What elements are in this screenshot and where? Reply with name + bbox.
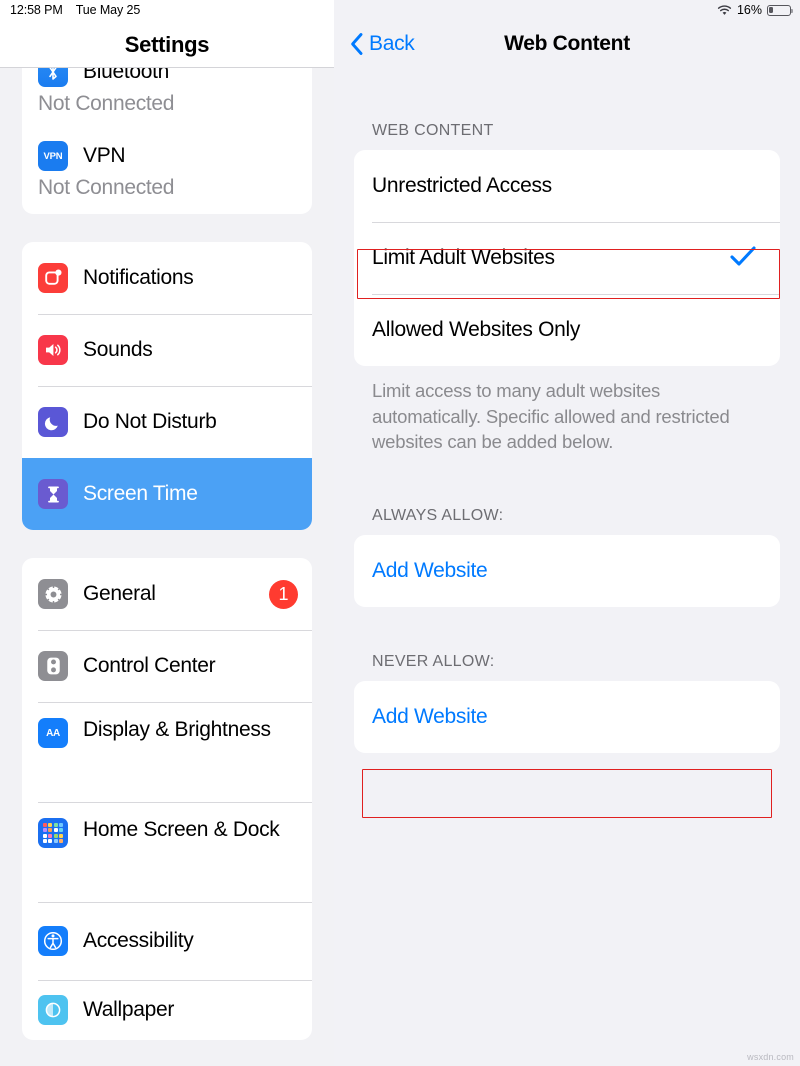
vpn-status: Not Connected <box>22 176 312 214</box>
sidebar-item-wallpaper[interactable]: Wallpaper <box>22 980 312 1040</box>
sidebar-item-home-screen-dock[interactable]: Home Screen & Dock <box>22 802 312 902</box>
sidebar-item-label: Display & Brightness <box>83 718 271 741</box>
checkmark-icon <box>728 244 758 273</box>
option-allowed-websites-only[interactable]: Allowed Websites Only <box>354 294 780 366</box>
sidebar-item-label: Control Center <box>83 653 216 677</box>
status-date: Tue May 25 <box>75 3 141 17</box>
page-title: Settings <box>124 32 210 57</box>
never-allow-add-website-button[interactable]: Add Website <box>354 681 780 753</box>
sidebar-scroll-area[interactable]: Bluetooth Not Connected VPN VPN Not Conn… <box>0 68 334 1066</box>
sidebar-item-label: Notifications <box>83 265 194 289</box>
bluetooth-status-label: Not Connected <box>38 92 175 115</box>
bluetooth-icon <box>38 68 68 87</box>
back-label: Back <box>369 32 415 55</box>
never-allow-card: Add Website <box>354 680 780 753</box>
settings-sidebar: Settings Bluetooth Not Connected VPN VPN… <box>0 0 334 1066</box>
sidebar-item-label: Screen Time <box>83 481 198 505</box>
app-grid-icon <box>38 818 68 848</box>
always-allow-card: Add Website <box>354 534 780 607</box>
option-label: Limit Adult Websites <box>372 246 555 269</box>
chevron-left-icon <box>350 32 364 56</box>
gear-icon <box>38 579 68 609</box>
vpn-status-label: Not Connected <box>38 176 175 199</box>
option-label: Unrestricted Access <box>372 174 552 197</box>
sidebar-item-bluetooth[interactable]: Bluetooth <box>22 68 312 90</box>
option-unrestricted-access[interactable]: Unrestricted Access <box>354 150 780 222</box>
web-content-footnote: Limit access to many adult websites auto… <box>372 380 730 453</box>
bluetooth-status: Not Connected <box>22 92 312 130</box>
section-always-allow: ALWAYS ALLOW: Add Website <box>334 455 800 607</box>
add-website-label: Add Website <box>372 704 488 728</box>
back-button[interactable]: Back <box>350 32 415 56</box>
ipad-settings-screen: 12:58 PM Tue May 25 16% Settings Bluetoo… <box>0 0 800 1066</box>
section-web-content: WEB CONTENT Unrestricted Access Limit Ad… <box>334 68 800 455</box>
notifications-icon <box>38 263 68 293</box>
sidebar-group-alerts: Notifications Sounds Do Not Disturb Scre… <box>22 242 312 530</box>
status-bar: 12:58 PM Tue May 25 16% <box>0 0 800 20</box>
section-header: ALWAYS ALLOW: <box>372 506 504 524</box>
status-badge: 1 <box>269 579 298 609</box>
sidebar-item-label: VPN <box>83 143 126 167</box>
sidebar-item-control-center[interactable]: Control Center <box>22 630 312 702</box>
sidebar-item-label: General <box>83 581 156 605</box>
detail-header: Back Web Content <box>334 20 800 68</box>
watermark: wsxdn.com <box>747 1052 794 1062</box>
sidebar-item-vpn[interactable]: VPN VPN <box>22 130 312 182</box>
aa-text-icon: AA <box>38 718 68 748</box>
sidebar-item-general[interactable]: General 1 <box>22 558 312 630</box>
sidebar-item-label: Bluetooth <box>83 68 170 83</box>
sidebar-item-label: Wallpaper <box>83 997 175 1021</box>
sidebar-item-label: Sounds <box>83 337 153 361</box>
section-never-allow: NEVER ALLOW: Add Website <box>334 607 800 753</box>
battery-icon <box>767 4 794 16</box>
sidebar-item-label: Do Not Disturb <box>83 409 217 433</box>
vpn-icon: VPN <box>38 141 68 171</box>
sidebar-group-connectivity: Bluetooth Not Connected VPN VPN Not Conn… <box>22 68 312 214</box>
sidebar-item-sounds[interactable]: Sounds <box>22 314 312 386</box>
wifi-icon <box>717 4 732 16</box>
add-website-label: Add Website <box>372 558 488 582</box>
status-bar-right: 16% <box>717 3 794 17</box>
sidebar-group-system: General 1 Control Center AA Display & Br… <box>22 558 312 1040</box>
sidebar-item-accessibility[interactable]: Accessibility <box>22 902 312 980</box>
toggles-icon <box>38 651 68 681</box>
sidebar-item-screen-time[interactable]: Screen Time <box>22 458 312 530</box>
wallpaper-icon <box>38 995 68 1025</box>
always-allow-add-website-button[interactable]: Add Website <box>354 535 780 607</box>
accessibility-icon <box>38 926 68 956</box>
sidebar-item-label: Accessibility <box>83 928 194 952</box>
sidebar-item-label: Home Screen & Dock <box>83 818 280 841</box>
sidebar-item-notifications[interactable]: Notifications <box>22 242 312 314</box>
hourglass-icon <box>38 479 68 509</box>
sidebar-item-do-not-disturb[interactable]: Do Not Disturb <box>22 386 312 458</box>
detail-pane: Back Web Content WEB CONTENT Unrestricte… <box>334 0 800 1066</box>
sidebar-item-display-brightness[interactable]: AA Display & Brightness <box>22 702 312 802</box>
section-header: WEB CONTENT <box>372 122 494 139</box>
detail-scroll-area[interactable]: WEB CONTENT Unrestricted Access Limit Ad… <box>334 68 800 1066</box>
battery-percent-label: 16% <box>736 3 762 17</box>
app-grid-dots <box>42 822 64 844</box>
moon-icon <box>38 407 68 437</box>
option-limit-adult-websites[interactable]: Limit Adult Websites <box>354 222 780 294</box>
section-header: NEVER ALLOW: <box>372 652 495 670</box>
web-content-options-card: Unrestricted Access Limit Adult Websites… <box>354 150 780 366</box>
sounds-icon <box>38 335 68 365</box>
option-label: Allowed Websites Only <box>372 318 581 341</box>
status-bar-left: 12:58 PM Tue May 25 <box>10 3 140 17</box>
status-time: 12:58 PM <box>10 3 63 17</box>
